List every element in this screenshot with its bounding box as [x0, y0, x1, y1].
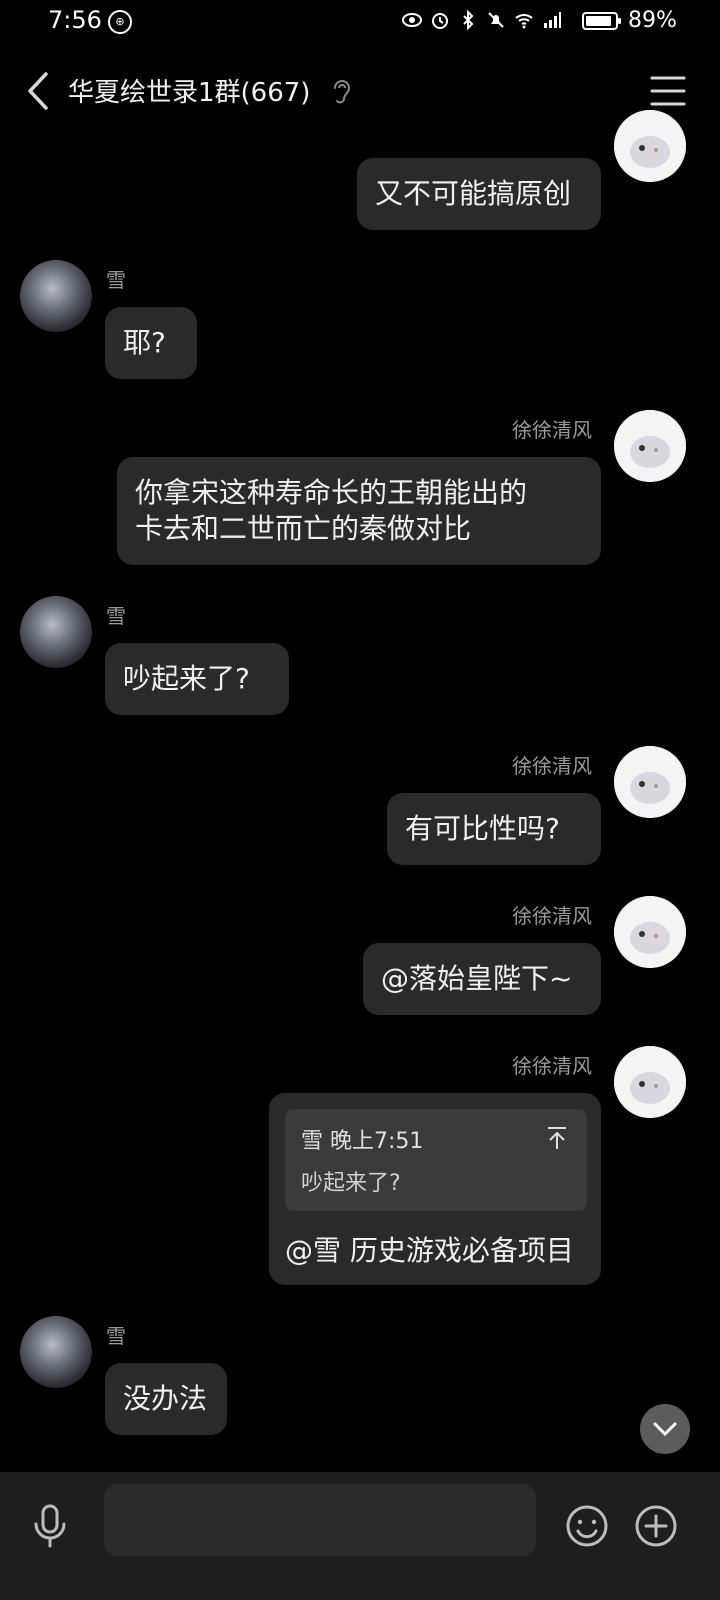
quoted-header: 雪 晚上7:51 [301, 1123, 423, 1155]
microphone-icon[interactable] [30, 1502, 70, 1550]
message-bubble[interactable]: 耶? [105, 307, 197, 379]
ear-icon[interactable] [330, 76, 352, 106]
avatar[interactable] [20, 1316, 92, 1388]
avatar[interactable] [20, 260, 92, 332]
avatar-image [614, 110, 686, 182]
message-bubble[interactable]: 吵起来了? [105, 643, 289, 715]
message-text: 耶? [123, 326, 166, 359]
back-icon[interactable] [20, 68, 56, 114]
avatar[interactable] [614, 1046, 686, 1118]
menu-icon[interactable] [650, 74, 686, 108]
message-bubble[interactable]: @落始皇陛下~ [363, 943, 601, 1015]
message-text: 吵起来了? [123, 662, 250, 695]
quoted-author: 雪 [301, 1129, 324, 1154]
avatar[interactable] [614, 410, 686, 482]
sender-name: 徐徐清风 [512, 1054, 592, 1078]
message-text: 你拿宋这种寿命长的王朝能出的 卡去和二世而亡的秦做对比 [135, 476, 528, 545]
quoted-time: 晚上7:51 [330, 1129, 424, 1154]
message-text: @落始皇陛下~ [381, 962, 573, 995]
avatar[interactable] [614, 746, 686, 818]
avatar[interactable] [614, 110, 686, 182]
emoji-icon[interactable] [565, 1504, 609, 1548]
message-bubble[interactable]: 你拿宋这种寿命长的王朝能出的 卡去和二世而亡的秦做对比 [117, 457, 601, 565]
signal-icon [544, 12, 561, 28]
chat-header: 华夏绘世录1群(667) [0, 46, 720, 136]
avatar-image [614, 1046, 686, 1118]
wifi-icon [515, 14, 533, 29]
reply-message-bubble[interactable]: 雪 晚上7:51 吵起来了? @雪 历史游戏必备项目 [269, 1093, 601, 1285]
message-text: 没办法 [123, 1382, 208, 1415]
bluetooth-icon [463, 10, 474, 30]
battery-level [586, 16, 611, 26]
alarm-icon [432, 13, 448, 29]
avatar[interactable] [20, 596, 92, 668]
battery-percent: 89% [628, 8, 677, 33]
avatar-image [614, 896, 686, 968]
sender-name: 徐徐清风 [512, 904, 592, 928]
mute-icon [488, 12, 504, 28]
message-bubble[interactable]: 又不可能搞原创 [357, 158, 601, 230]
sender-name: 徐徐清风 [512, 418, 592, 442]
message-bubble[interactable]: 有可比性吗? [387, 793, 601, 865]
message-text: 又不可能搞原创 [375, 177, 572, 210]
sender-name: 徐徐清风 [512, 754, 592, 778]
message-text: 有可比性吗? [405, 812, 560, 845]
status-time: 7:56 [48, 6, 102, 34]
notification-badge-icon: ⊕ [108, 10, 132, 34]
input-bar [0, 1472, 720, 1600]
message-bubble[interactable]: 没办法 [105, 1363, 227, 1435]
message-input[interactable] [104, 1484, 536, 1556]
scroll-to-bottom-button[interactable] [640, 1404, 690, 1454]
battery-icon [582, 12, 621, 30]
avatar-image [614, 746, 686, 818]
quoted-message[interactable]: 雪 晚上7:51 吵起来了? [285, 1109, 587, 1211]
avatar-image [614, 410, 686, 482]
status-icons [402, 10, 562, 30]
add-icon[interactable] [634, 1504, 678, 1548]
jump-to-quote-icon[interactable] [545, 1125, 569, 1151]
status-bar: 7:56 ⊕ 89% [0, 0, 720, 46]
sender-name: 雪 [106, 268, 126, 292]
message-text: @雪 历史游戏必备项目 [285, 1234, 574, 1267]
eye-icon [402, 13, 422, 27]
chat-title[interactable]: 华夏绘世录1群(667) [68, 72, 310, 109]
avatar[interactable] [614, 896, 686, 968]
chevron-down-icon [653, 1422, 677, 1437]
quoted-text: 吵起来了? [301, 1171, 401, 1196]
sender-name: 雪 [106, 1324, 126, 1348]
sender-name: 雪 [106, 604, 126, 628]
